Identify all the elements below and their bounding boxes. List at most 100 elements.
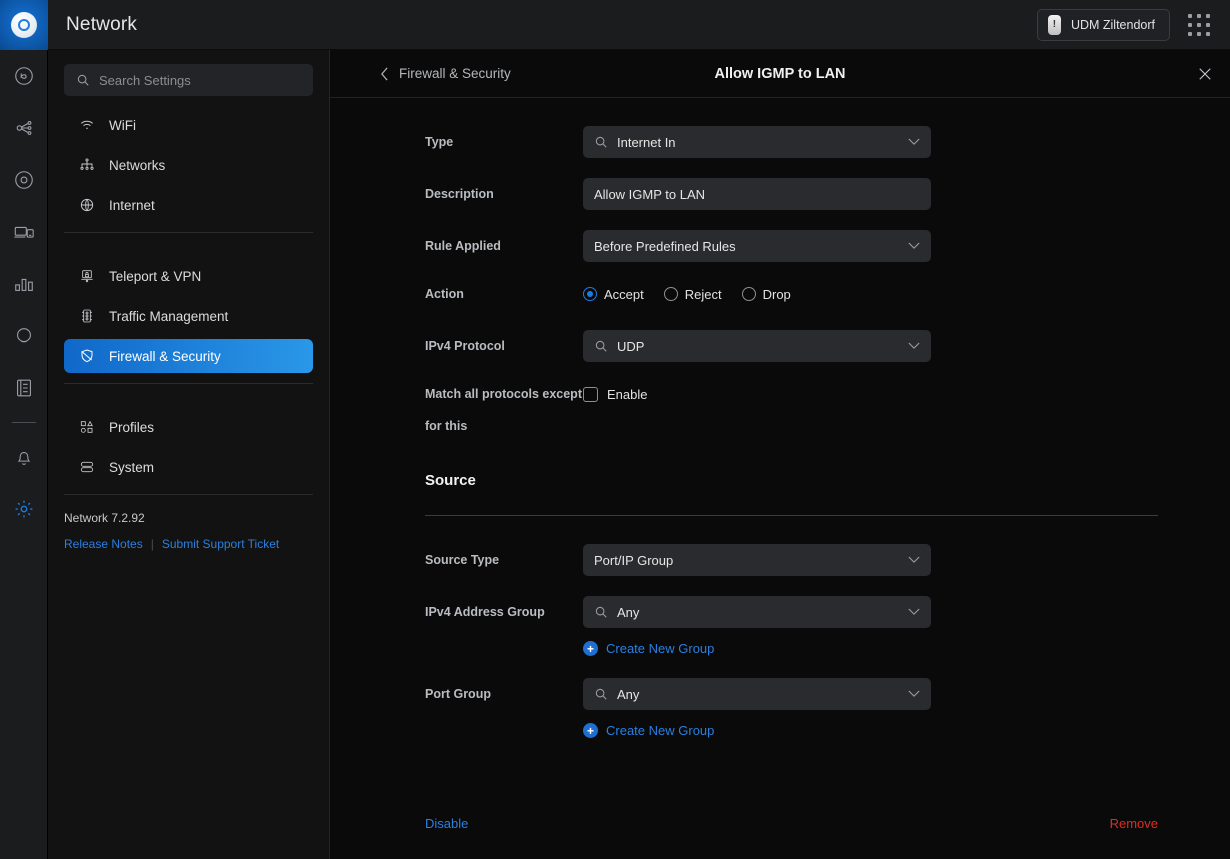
sidebar-divider-3 xyxy=(64,494,313,495)
sidebar-divider-1 xyxy=(64,232,313,233)
sidebar-item-traffic-management[interactable]: Traffic Management xyxy=(64,299,313,333)
disable-button[interactable]: Disable xyxy=(425,816,468,831)
sidebar-item-system[interactable]: System xyxy=(64,450,313,484)
action-radio-reject[interactable]: Reject xyxy=(663,286,722,302)
sidebar-item-networks[interactable]: Networks xyxy=(64,148,313,182)
sidebar-item-label: Internet xyxy=(109,197,155,213)
port-group-select[interactable]: Any xyxy=(583,678,931,710)
field-row-ipv4-protocol: IPv4 Protocol UDP xyxy=(330,330,1230,362)
unifi-logo-icon[interactable] xyxy=(0,0,48,50)
create-new-group-port-link[interactable]: + Create New Group xyxy=(583,723,1230,738)
action-option-label: Accept xyxy=(604,286,644,302)
page-title: Network xyxy=(66,13,138,35)
networks-icon xyxy=(78,157,95,173)
shield-icon xyxy=(78,348,95,364)
action-radio-drop[interactable]: Drop xyxy=(741,286,791,302)
sidebar-item-teleport-vpn[interactable]: Teleport & VPN xyxy=(64,259,313,293)
sidebar-item-wifi[interactable]: WiFi xyxy=(64,108,313,142)
action-radio-group: Accept Reject Drop xyxy=(583,278,1230,310)
type-value: Internet In xyxy=(617,134,676,150)
rule-applied-value: Before Predefined Rules xyxy=(594,238,736,254)
sidebar-item-profiles[interactable]: Profiles xyxy=(64,410,313,444)
search-icon xyxy=(76,73,90,87)
sidebar-item-firewall-security[interactable]: Firewall & Security xyxy=(64,339,313,373)
field-row-action: Action Accept Reject Drop xyxy=(330,278,1230,310)
search-icon xyxy=(594,135,608,149)
back-link-label: Firewall & Security xyxy=(399,66,511,81)
description-value: Allow IGMP to LAN xyxy=(594,186,706,202)
rail-divider xyxy=(11,422,36,423)
plus-circle-icon: + xyxy=(583,641,598,656)
logs-icon[interactable] xyxy=(0,362,48,414)
release-notes-link[interactable]: Release Notes xyxy=(64,537,143,551)
network-version: Network 7.2.92 xyxy=(64,511,145,525)
sidebar-item-internet[interactable]: Internet xyxy=(64,188,313,222)
type-label: Type xyxy=(425,135,454,149)
action-option-label: Reject xyxy=(684,286,722,302)
device-name: UDM Ziltendorf xyxy=(1070,17,1155,32)
profiles-shapes-icon xyxy=(78,419,95,435)
field-row-ipv4-address-group: IPv4 Address Group Any + Create New Grou… xyxy=(330,596,1230,656)
source-section-heading: Source xyxy=(425,472,476,489)
search-input[interactable] xyxy=(99,72,301,88)
create-new-group-label: Create New Group xyxy=(606,641,715,656)
statistics-icon[interactable] xyxy=(0,258,48,310)
source-type-label: Source Type xyxy=(425,553,500,567)
rule-form: Type Internet In Description Allow IGMP … xyxy=(330,98,1230,738)
top-bar: Network ! UDM Ziltendorf xyxy=(48,0,1230,50)
chevron-down-icon xyxy=(908,608,920,616)
system-server-icon xyxy=(78,459,95,475)
footer-link-separator: | xyxy=(150,537,154,551)
action-label: Action xyxy=(425,287,464,301)
action-option-label: Drop xyxy=(762,286,791,302)
search-icon xyxy=(594,339,608,353)
devices-icon[interactable] xyxy=(0,154,48,206)
close-icon[interactable] xyxy=(1198,67,1212,81)
chevron-left-icon xyxy=(380,66,389,81)
sidebar-item-label: Traffic Management xyxy=(109,308,229,324)
rule-detail-panel: Firewall & Security Allow IGMP to LAN Ty… xyxy=(330,0,1230,859)
hotspot-icon[interactable] xyxy=(0,310,48,362)
icon-rail xyxy=(0,0,48,859)
apps-grid-icon[interactable] xyxy=(1182,8,1216,42)
field-row-source-type: Source Type Port/IP Group xyxy=(330,544,1230,576)
ipv4-protocol-value: UDP xyxy=(617,338,645,354)
ipv4-protocol-label: IPv4 Protocol xyxy=(425,339,505,353)
logo-disc xyxy=(10,12,37,38)
settings-gear-icon[interactable] xyxy=(0,483,48,535)
search-icon xyxy=(594,687,608,701)
description-input[interactable]: Allow IGMP to LAN xyxy=(583,178,931,210)
ipv4-address-group-label: IPv4 Address Group xyxy=(425,605,545,619)
search-settings-box[interactable] xyxy=(64,64,313,96)
plus-circle-icon: + xyxy=(583,723,598,738)
chevron-down-icon xyxy=(908,242,920,250)
ipv4-address-group-select[interactable]: Any xyxy=(583,596,931,628)
sidebar-item-label: Networks xyxy=(109,157,166,173)
sidebar-item-label: System xyxy=(109,459,155,475)
match-except-label: Match all protocols except for this xyxy=(425,387,582,433)
topology-icon[interactable] xyxy=(0,102,48,154)
type-select[interactable]: Internet In xyxy=(583,126,931,158)
dashboard-icon[interactable] xyxy=(0,50,48,102)
submit-support-ticket-link[interactable]: Submit Support Ticket xyxy=(162,537,279,551)
clients-icon[interactable] xyxy=(0,206,48,258)
nav-group-system: Profiles System xyxy=(64,398,313,484)
device-selector[interactable]: ! UDM Ziltendorf xyxy=(1036,8,1170,41)
create-new-group-ipv4-link[interactable]: + Create New Group xyxy=(583,641,1230,656)
ipv4-address-group-value: Any xyxy=(617,604,640,620)
back-to-firewall-security[interactable]: Firewall & Security xyxy=(380,66,511,81)
ipv4-protocol-select[interactable]: UDP xyxy=(583,330,931,362)
match-except-checkbox[interactable]: Enable xyxy=(583,378,1230,410)
field-row-description: Description Allow IGMP to LAN xyxy=(330,178,1230,210)
source-type-select[interactable]: Port/IP Group xyxy=(583,544,931,576)
action-radio-accept[interactable]: Accept xyxy=(583,287,644,302)
sidebar-item-label: Teleport & VPN xyxy=(109,268,202,284)
rule-applied-select[interactable]: Before Predefined Rules xyxy=(583,230,931,262)
field-row-match-except: Match all protocols except for this Enab… xyxy=(330,378,1230,442)
alerts-bell-icon[interactable] xyxy=(0,431,48,483)
radio-dot xyxy=(741,287,756,301)
nav-group-network: WiFi Networks Internet xyxy=(64,96,313,222)
panel-footer: Disable Remove xyxy=(330,787,1230,859)
remove-button[interactable]: Remove xyxy=(1110,816,1158,831)
wifi-icon xyxy=(78,117,95,133)
